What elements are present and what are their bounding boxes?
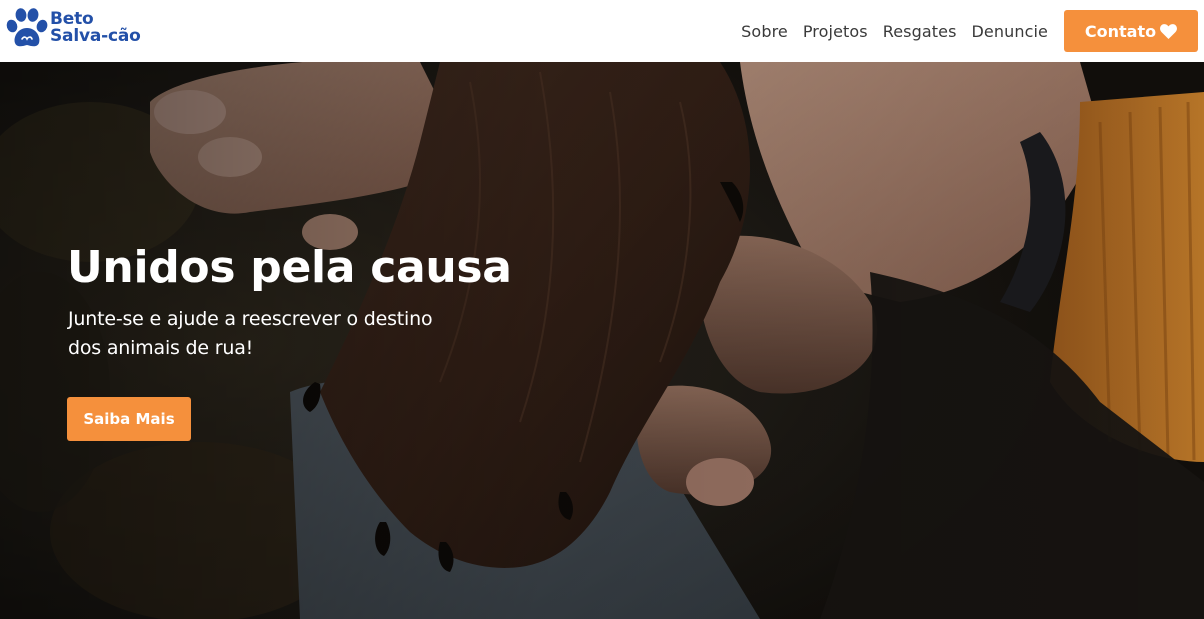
brand-name-line2: Salva-cão [50,26,141,46]
contact-button-label: Contato [1084,21,1157,41]
brand-name: Beto Salva-cão [50,11,141,45]
paw-icon [6,8,48,47]
nav-link-resgates[interactable]: Resgates [883,22,957,41]
nav-link-projetos[interactable]: Projetos [803,22,868,41]
hero-title: Unidos pela causa [67,242,512,293]
hero-section: Unidos pela causa Junte-se e ajude a ree… [0,62,1204,619]
nav-link-sobre[interactable]: Sobre [741,22,788,41]
nav-link-denuncie[interactable]: Denuncie [972,22,1048,41]
site-header: Beto Salva-cão Sobre Projetos Resgates D… [0,0,1204,62]
brand-logo[interactable]: Beto Salva-cão [3,6,141,50]
contact-button[interactable]: Contato [1064,10,1198,52]
main-nav: Sobre Projetos Resgates Denuncie [741,0,1048,62]
hero-subtitle: Junte-se e ajude a reescrever o destino … [68,308,433,359]
saiba-mais-button-label: Saiba Mais [83,410,175,428]
saiba-mais-button[interactable]: Saiba Mais [67,397,191,441]
heart-icon [1160,23,1178,39]
